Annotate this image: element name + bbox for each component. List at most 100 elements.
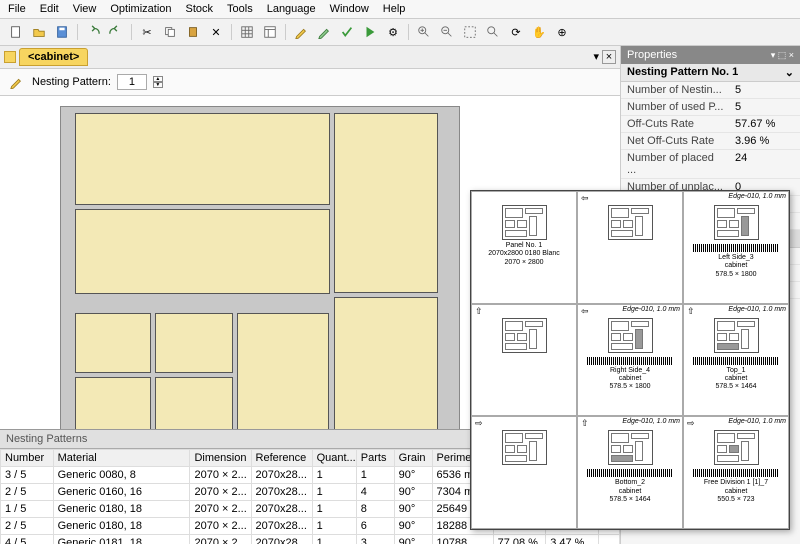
barcode <box>587 469 673 477</box>
refresh-icon[interactable]: ⟳ <box>506 22 526 42</box>
label-sub: 2070x2800 0180 Blanc <box>475 250 573 258</box>
label-cell[interactable]: Edge-010, 1.0 mm Left Side_3 cabinet 578… <box>683 191 789 304</box>
label-cell[interactable]: ⇧ Edge-010, 1.0 mm Top_1 cabinet 578.5 ×… <box>683 304 789 417</box>
col-header[interactable]: Dimension <box>190 450 251 467</box>
menu-file[interactable]: File <box>8 3 26 15</box>
nesting-pattern-label: Nesting Pattern: <box>32 76 111 88</box>
menu-tools[interactable]: Tools <box>227 3 253 15</box>
menu-optimization[interactable]: Optimization <box>110 3 171 15</box>
settings-icon[interactable]: ⚙ <box>383 22 403 42</box>
label-cell[interactable]: ⇨ <box>471 416 577 529</box>
new-icon[interactable] <box>6 22 26 42</box>
props-icon[interactable] <box>260 22 280 42</box>
grid-icon[interactable] <box>237 22 257 42</box>
edge-label: Edge-010, 1.0 mm <box>728 193 786 200</box>
arrow-icon: ⇧ <box>581 418 589 429</box>
barcode <box>587 357 673 365</box>
menu-stock[interactable]: Stock <box>186 3 214 15</box>
menubar: File Edit View Optimization Stock Tools Langua… <box>0 0 800 19</box>
col-header[interactable]: Reference <box>251 450 312 467</box>
properties-title: Properties <box>627 49 677 61</box>
label-dim: 578.5 × 1800 <box>581 383 679 391</box>
main-toolbar: ✂ ✕ ⚙ ⟳ ✋ ⊕ <box>0 19 800 46</box>
label-cell[interactable]: ⇧ <box>471 304 577 417</box>
redo-icon[interactable] <box>106 22 126 42</box>
menu-help[interactable]: Help <box>383 3 406 15</box>
menu-language[interactable]: Language <box>267 3 316 15</box>
zoom-in-icon[interactable] <box>414 22 434 42</box>
label-title: Right Side_4 <box>581 367 679 375</box>
label-cell[interactable]: Panel No. 1 2070x2800 0180 Blanc 2070 × … <box>471 191 577 304</box>
prop-row: Number of placed ...24 <box>621 150 800 179</box>
col-header[interactable]: Number <box>1 450 54 467</box>
save-icon[interactable] <box>52 22 72 42</box>
cut-icon[interactable]: ✂ <box>137 22 157 42</box>
prop-row: Off-Cuts Rate57.67 % <box>621 116 800 133</box>
label-dim: 550.5 × 723 <box>687 496 785 504</box>
label-cell[interactable]: ⇦ Edge-010, 1.0 mm Right Side_4 cabinet … <box>577 304 683 417</box>
open-icon[interactable] <box>29 22 49 42</box>
paste-icon[interactable] <box>183 22 203 42</box>
check-icon[interactable] <box>337 22 357 42</box>
label-dim: 578.5 × 1464 <box>687 383 785 391</box>
col-header[interactable]: Material <box>53 450 190 467</box>
label-dim: 578.5 × 1464 <box>581 496 679 504</box>
edge-label: Edge-010, 1.0 mm <box>622 306 680 313</box>
tab-icon <box>4 51 16 63</box>
hand-icon[interactable]: ✋ <box>529 22 549 42</box>
arrow-icon: ⇦ <box>581 193 589 204</box>
nesting-toolbar: Nesting Pattern: ▲▼ <box>0 69 620 96</box>
arrow-icon: ⇦ <box>581 306 589 317</box>
col-header[interactable]: Grain <box>394 450 432 467</box>
panel-controls[interactable]: ▾ ⬚ × <box>771 50 794 61</box>
tab-dropdown-icon[interactable]: ▾ <box>593 50 599 64</box>
label-sub: cabinet <box>687 488 785 496</box>
menu-window[interactable]: Window <box>330 3 369 15</box>
arrow-icon: ⇧ <box>687 306 695 317</box>
pattern-spinner[interactable]: ▲▼ <box>153 76 163 88</box>
label-dim: 2070 × 2800 <box>475 259 573 267</box>
copy-icon[interactable] <box>160 22 180 42</box>
edit-icon[interactable] <box>291 22 311 42</box>
table-row[interactable]: 4 / 5Generic 0181, 182070 × 2...2070x28.… <box>1 535 620 545</box>
col-header[interactable]: Quant... <box>312 450 356 467</box>
prop-section-1[interactable]: Nesting Pattern No. 1⌄ <box>621 64 800 82</box>
edit-pattern-icon[interactable] <box>6 72 26 92</box>
edge-label: Edge-010, 1.0 mm <box>622 418 680 425</box>
zoom-sel-icon[interactable] <box>483 22 503 42</box>
prop-row: Number of Nestin...5 <box>621 82 800 99</box>
menu-view[interactable]: View <box>73 3 97 15</box>
arrow-icon: ⇨ <box>475 418 483 429</box>
labels-preview-popup[interactable]: Panel No. 1 2070x2800 0180 Blanc 2070 × … <box>470 190 790 530</box>
barcode <box>693 357 779 365</box>
label-sub: cabinet <box>687 262 785 270</box>
menu-edit[interactable]: Edit <box>40 3 59 15</box>
undo-icon[interactable] <box>83 22 103 42</box>
close-icon[interactable]: × <box>602 50 616 64</box>
delete-icon[interactable]: ✕ <box>206 22 226 42</box>
label-dim: 578.5 × 1800 <box>687 271 785 279</box>
tab-cabinet[interactable]: <cabinet> <box>19 48 88 66</box>
label-title: Free Division 1 [1]_7 <box>687 479 785 487</box>
label-title: Bottom_2 <box>581 479 679 487</box>
edit2-icon[interactable] <box>314 22 334 42</box>
col-header[interactable]: Parts <box>356 450 394 467</box>
zoom-fit-icon[interactable] <box>460 22 480 42</box>
label-cell[interactable]: ⇦ <box>577 191 683 304</box>
zoom-out-icon[interactable] <box>437 22 457 42</box>
nesting-pattern-input[interactable] <box>117 74 147 90</box>
label-title: Top_1 <box>687 367 785 375</box>
label-cell[interactable]: ⇧ Edge-010, 1.0 mm Bottom_2 cabinet 578.… <box>577 416 683 529</box>
target-icon[interactable]: ⊕ <box>552 22 572 42</box>
document-tabs: <cabinet> ▾ × <box>0 46 620 69</box>
label-sub: cabinet <box>581 488 679 496</box>
barcode <box>693 469 779 477</box>
edge-label: Edge-010, 1.0 mm <box>728 306 786 313</box>
arrow-icon: ⇧ <box>475 306 483 317</box>
barcode <box>693 244 779 252</box>
label-title: Left Side_3 <box>687 254 785 262</box>
run-icon[interactable] <box>360 22 380 42</box>
prop-row: Net Off-Cuts Rate3.96 % <box>621 133 800 150</box>
label-cell[interactable]: ⇨ Edge-010, 1.0 mm Free Division 1 [1]_7… <box>683 416 789 529</box>
properties-header: Properties ▾ ⬚ × <box>621 46 800 64</box>
